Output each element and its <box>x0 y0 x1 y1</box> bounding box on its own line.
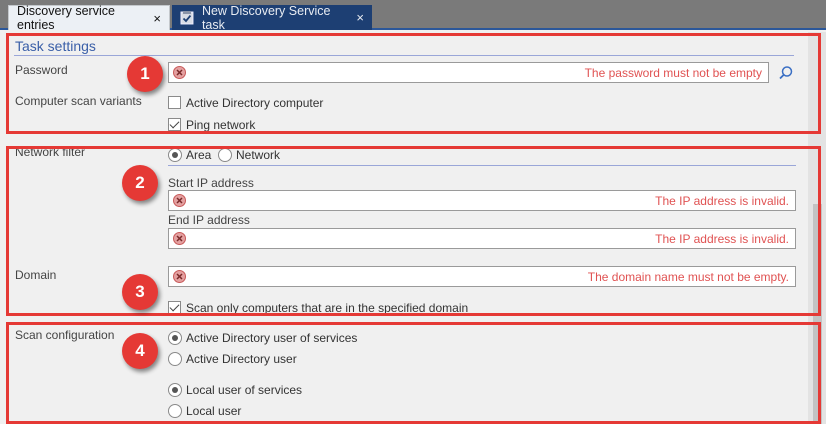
task-icon <box>180 10 194 24</box>
callout-badge-3: 3 <box>122 274 158 310</box>
callout-badge-2: 2 <box>122 165 158 201</box>
tab-label: New Discovery Service task <box>201 3 331 32</box>
tab-discovery-service-entries[interactable]: Discovery service entries × <box>8 4 170 32</box>
tab-label: Discovery service entries <box>17 4 115 32</box>
callout-badge-1: 1 <box>127 56 163 92</box>
tab-new-discovery-service-task[interactable]: New Discovery Service task × <box>172 3 372 32</box>
close-icon[interactable]: × <box>153 11 161 26</box>
callout-badge-4: 4 <box>122 333 158 369</box>
close-icon[interactable]: × <box>356 10 364 25</box>
tab-bar: Discovery service entries × New Discover… <box>0 0 826 32</box>
highlight-box-1 <box>6 33 821 134</box>
